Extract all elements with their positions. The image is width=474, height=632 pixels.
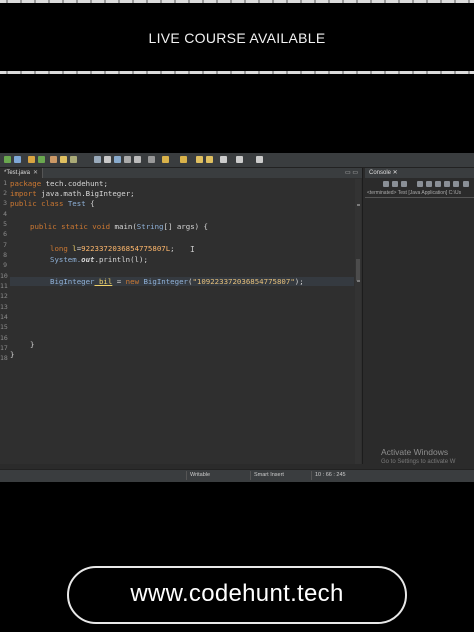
line-number: 8 <box>3 251 7 259</box>
console-divider <box>365 197 474 198</box>
format-icon[interactable] <box>104 156 111 163</box>
debug-icon[interactable] <box>28 156 35 163</box>
banner-divider <box>0 71 474 74</box>
line-number: 14 <box>0 313 8 321</box>
build-icon[interactable] <box>94 156 101 163</box>
banner-title: LIVE COURSE AVAILABLE <box>148 30 326 46</box>
status-cursor-position: 10 : 66 : 245 <box>311 471 363 480</box>
line-number: 9 <box>3 261 7 269</box>
code-line-package: package tech.codehunt; <box>10 179 108 188</box>
code-editor[interactable]: *Test.java ✕ ▭ ▭ 1 2 3 4 5 6 7 8 9 10 11 … <box>0 168 363 464</box>
line-number: 17 <box>0 344 8 352</box>
status-insert-mode: Smart Insert <box>250 471 310 480</box>
activate-windows-subtitle: Go to Settings to activate W <box>381 459 456 465</box>
show-whitespace-icon[interactable] <box>148 156 155 163</box>
prev-annotation-icon[interactable] <box>180 156 187 163</box>
run-icon[interactable] <box>38 156 45 163</box>
overview-marker[interactable] <box>357 280 360 282</box>
scroll-lock-icon[interactable] <box>426 181 432 187</box>
mark-icon[interactable] <box>124 156 131 163</box>
code-line-close-method: } <box>30 340 35 349</box>
footer-url[interactable]: www.codehunt.tech <box>67 580 407 608</box>
eclipse-window: *Test.java ✕ ▭ ▭ 1 2 3 4 5 6 7 8 9 10 11 … <box>0 153 474 482</box>
code-line-import: import java.math.BigInteger; <box>10 189 135 198</box>
console-status: <terminated> Test [Java Application] C:\… <box>367 190 462 196</box>
open-console-icon[interactable] <box>463 181 469 187</box>
new-folder-icon[interactable] <box>60 156 67 163</box>
status-bar: Writable Smart Insert 10 : 66 : 245 <box>0 469 474 482</box>
search-icon[interactable] <box>70 156 77 163</box>
status-writable: Writable <box>186 471 250 480</box>
scrollbar-thumb[interactable] <box>356 259 360 281</box>
line-number: 1 <box>3 179 7 187</box>
editor-tabbar: *Test.java ✕ ▭ ▭ <box>0 168 362 178</box>
minimize-maximize-icon[interactable]: ▭ ▭ <box>345 169 358 176</box>
line-number: 11 <box>0 282 8 290</box>
text-cursor: I <box>190 245 195 254</box>
code-line-close-class: } <box>10 350 15 359</box>
next-annotation-icon[interactable] <box>162 156 169 163</box>
terminate-icon[interactable] <box>383 181 389 187</box>
word-wrap-icon[interactable] <box>435 181 441 187</box>
line-number: 7 <box>3 241 7 249</box>
console-panel: Console ✕ <terminated> Test [Java Applic… <box>365 168 474 465</box>
line-number: 13 <box>0 303 8 311</box>
code-line-long: long l=9223372036854775807L; <box>50 244 175 253</box>
history-back-icon[interactable] <box>220 156 227 163</box>
forward-icon[interactable] <box>206 156 213 163</box>
top-rule <box>0 0 474 3</box>
line-number: 18 <box>0 354 8 362</box>
tab-test-java[interactable]: *Test.java ✕ <box>0 168 44 178</box>
display-console-icon[interactable] <box>453 181 459 187</box>
open-type-icon[interactable] <box>50 156 57 163</box>
line-number: 16 <box>0 334 8 342</box>
code-line-class: public class Test { <box>10 199 95 208</box>
tab-label: *Test.java <box>4 170 31 176</box>
line-number: 6 <box>3 230 7 238</box>
save-icon[interactable] <box>14 156 21 163</box>
line-number: 10 <box>0 272 8 280</box>
line-number: 3 <box>3 199 7 207</box>
code-line-main: public static void main(String[] args) { <box>30 222 208 231</box>
code-line-biginteger: BigInteger bil = new BigInteger("1092233… <box>10 277 354 286</box>
line-number-gutter: 1 2 3 4 5 6 7 8 9 10 11 12 13 14 15 16 1… <box>0 179 8 464</box>
pin-icon[interactable] <box>256 156 263 163</box>
code-line-println: System.out.println(l); <box>50 255 148 264</box>
line-number: 12 <box>0 292 8 300</box>
remove-launch-icon[interactable] <box>392 181 398 187</box>
line-number: 5 <box>3 220 7 228</box>
history-forward-icon[interactable] <box>236 156 243 163</box>
overview-marker[interactable] <box>357 204 360 206</box>
activate-windows-title: Activate Windows <box>381 447 449 457</box>
back-icon[interactable] <box>196 156 203 163</box>
line-number: 4 <box>3 210 7 218</box>
close-icon[interactable]: ✕ <box>33 170 38 176</box>
line-number: 2 <box>3 189 7 197</box>
remove-all-icon[interactable] <box>401 181 407 187</box>
word-wrap-icon[interactable] <box>134 156 141 163</box>
new-icon[interactable] <box>4 156 11 163</box>
clear-console-icon[interactable] <box>417 181 423 187</box>
tab-console[interactable]: Console ✕ <box>365 168 474 178</box>
toolbar <box>0 153 474 168</box>
toggle-icon[interactable] <box>114 156 121 163</box>
editor-scrollbar[interactable] <box>355 179 361 464</box>
line-number: 15 <box>0 323 8 331</box>
console-toolbar <box>365 179 474 189</box>
pin-console-icon[interactable] <box>444 181 450 187</box>
